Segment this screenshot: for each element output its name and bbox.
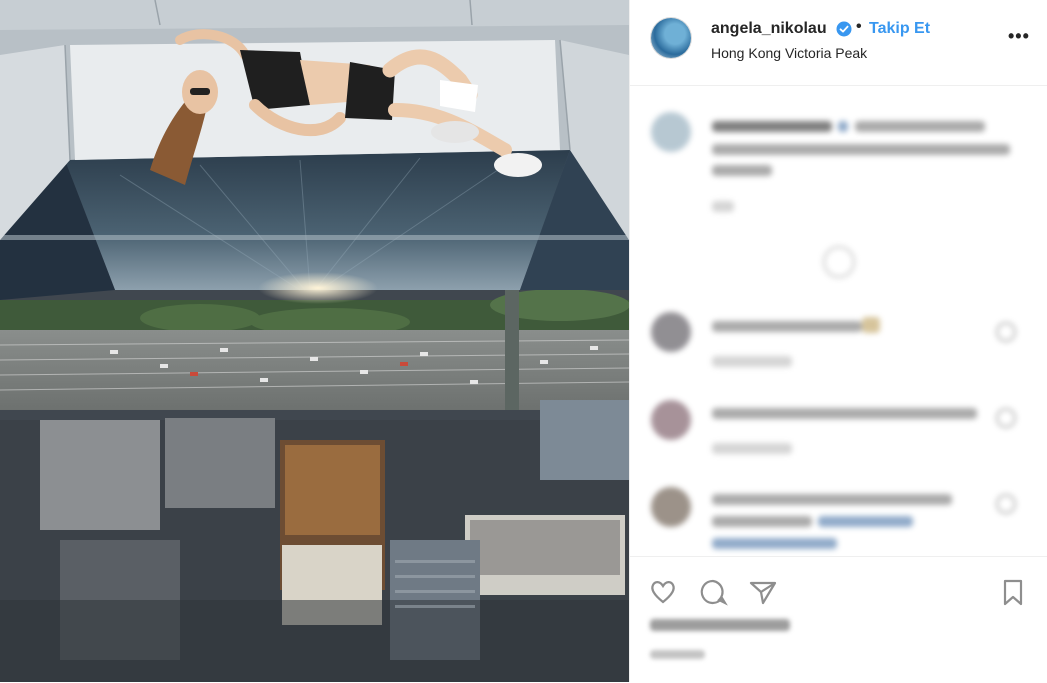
- rooftop-cityscape-image: [0, 0, 629, 682]
- comment-meta: [712, 443, 792, 454]
- caption-badge: [838, 121, 848, 132]
- comment-text: [712, 516, 812, 527]
- caption-line: [855, 121, 985, 132]
- author-avatar[interactable]: [651, 18, 691, 58]
- post-header: angela_nikolau • Takip Et Hong Kong Vict…: [630, 0, 1047, 86]
- comment-avatar: [651, 487, 691, 527]
- follow-separator: •: [856, 18, 862, 35]
- comments-section: [630, 86, 1047, 556]
- more-options-icon[interactable]: •••: [1008, 26, 1030, 47]
- comment-like-icon[interactable]: [996, 494, 1016, 514]
- comment-like-icon[interactable]: [996, 322, 1016, 342]
- comment-text: [712, 494, 952, 505]
- comment-text: [712, 408, 977, 419]
- caption-line: [712, 165, 772, 176]
- load-more-icon[interactable]: [823, 246, 855, 278]
- comment-mention: [712, 538, 837, 549]
- follow-button[interactable]: Takip Et: [869, 20, 930, 38]
- bookmark-icon[interactable]: [998, 577, 1028, 607]
- post-actions: [630, 556, 1047, 683]
- comment-text: [712, 321, 862, 332]
- author-username[interactable]: angela_nikolau: [711, 20, 827, 38]
- post-photo[interactable]: [0, 0, 629, 682]
- post-side-panel: angela_nikolau • Takip Et Hong Kong Vict…: [629, 0, 1047, 682]
- comment-like-icon[interactable]: [996, 408, 1016, 428]
- comment-mention: [818, 516, 913, 527]
- post-timestamp: [650, 650, 705, 659]
- comment-icon[interactable]: [698, 577, 728, 607]
- caption-time: [712, 201, 734, 212]
- comment-meta: [712, 356, 792, 367]
- comment-avatar: [651, 312, 691, 352]
- share-icon[interactable]: [748, 577, 778, 607]
- likes-count[interactable]: [650, 619, 790, 631]
- comment-avatar: [651, 400, 691, 440]
- verified-badge-icon: [836, 21, 852, 37]
- heart-icon[interactable]: [648, 577, 678, 607]
- post-location[interactable]: Hong Kong Victoria Peak: [711, 45, 867, 61]
- caption-line: [712, 144, 1010, 155]
- comment-emoji: [862, 317, 880, 333]
- caption-avatar: [651, 112, 691, 152]
- caption-author: [712, 121, 832, 132]
